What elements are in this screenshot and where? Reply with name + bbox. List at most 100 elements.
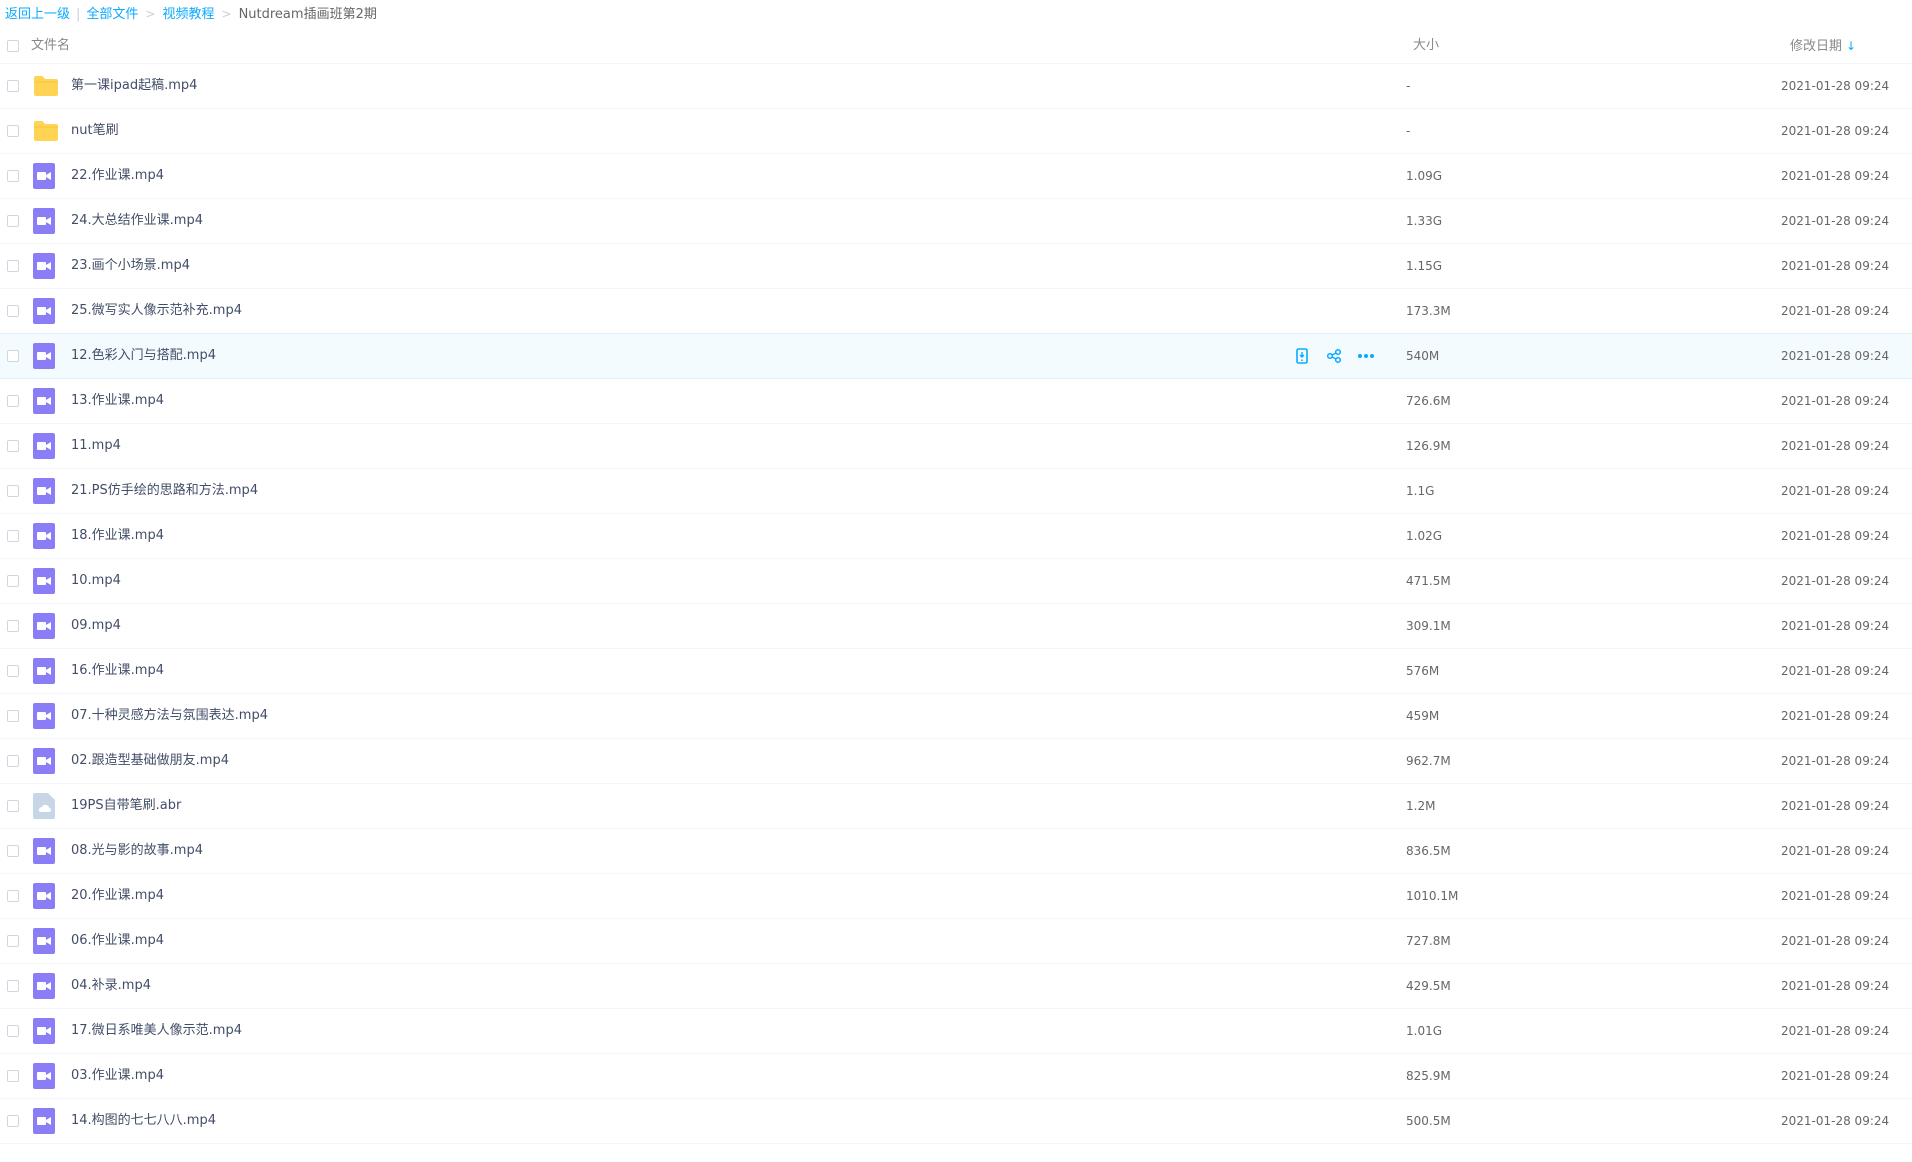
back-link[interactable]: 返回上一级 xyxy=(5,7,70,22)
file-name[interactable]: 23.画个小场景.mp4 xyxy=(71,244,190,288)
file-name[interactable]: 25.微写实人像示范补充.mp4 xyxy=(71,289,242,333)
download-to-phone-button[interactable] xyxy=(1292,347,1312,365)
row-checkbox[interactable] xyxy=(7,395,19,407)
file-row[interactable]: 10.mp4 471.5M 2021-01-28 09:24 xyxy=(0,559,1912,604)
row-checkbox[interactable] xyxy=(7,980,19,992)
row-checkbox[interactable] xyxy=(7,620,19,632)
file-row[interactable]: 03.作业课.mp4 825.9M 2021-01-28 09:24 xyxy=(0,1054,1912,1099)
row-checkbox[interactable] xyxy=(7,1070,19,1082)
file-row[interactable]: 07.十种灵感方法与氛围表达.mp4 459M 2021-01-28 09:24 xyxy=(0,694,1912,739)
file-row[interactable]: 24.大总结作业课.mp4 1.33G 2021-01-28 09:24 xyxy=(0,199,1912,244)
file-name[interactable]: 06.作业课.mp4 xyxy=(71,919,164,963)
row-checkbox[interactable] xyxy=(7,845,19,857)
file-row[interactable]: 21.PS仿手绘的思路和方法.mp4 1.1G 2021-01-28 09:24 xyxy=(0,469,1912,514)
breadcrumb-all-files[interactable]: 全部文件 xyxy=(86,7,138,22)
column-header-name[interactable]: 文件名 xyxy=(31,29,70,63)
file-size: 1.2M xyxy=(1406,799,1436,813)
file-name[interactable]: 07.十种灵感方法与氛围表达.mp4 xyxy=(71,694,268,738)
file-name[interactable]: 13.作业课.mp4 xyxy=(71,379,164,423)
file-row[interactable]: 06.作业课.mp4 727.8M 2021-01-28 09:24 xyxy=(0,919,1912,964)
row-checkbox[interactable] xyxy=(7,800,19,812)
file-name[interactable]: 17.微日系唯美人像示范.mp4 xyxy=(71,1009,242,1053)
row-checkbox[interactable] xyxy=(7,755,19,767)
row-checkbox[interactable] xyxy=(7,80,19,92)
file-row[interactable]: 19PS自带笔刷.abr 1.2M 2021-01-28 09:24 xyxy=(0,784,1912,829)
file-size: 825.9M xyxy=(1406,1069,1451,1083)
video-file-icon xyxy=(33,883,57,909)
file-name[interactable]: 21.PS仿手绘的思路和方法.mp4 xyxy=(71,469,258,513)
row-checkbox[interactable] xyxy=(7,575,19,587)
row-checkbox[interactable] xyxy=(7,665,19,677)
file-modified-date: 2021-01-28 09:24 xyxy=(1781,394,1890,408)
row-checkbox[interactable] xyxy=(7,890,19,902)
video-file-icon xyxy=(33,388,57,414)
file-name[interactable]: 16.作业课.mp4 xyxy=(71,649,164,693)
file-size: 1.33G xyxy=(1406,214,1443,228)
file-name[interactable]: 08.光与影的故事.mp4 xyxy=(71,829,203,873)
row-checkbox[interactable] xyxy=(7,710,19,722)
file-row[interactable]: 02.跟造型基础做朋友.mp4 962.7M 2021-01-28 09:24 xyxy=(0,739,1912,784)
file-row[interactable]: 04.补录.mp4 429.5M 2021-01-28 09:24 xyxy=(0,964,1912,1009)
row-checkbox[interactable] xyxy=(7,485,19,497)
file-row[interactable]: 16.作业课.mp4 576M 2021-01-28 09:24 xyxy=(0,649,1912,694)
file-name[interactable]: 12.色彩入门与搭配.mp4 xyxy=(71,334,216,378)
row-checkbox[interactable] xyxy=(7,440,19,452)
file-row[interactable]: 12.色彩入门与搭配.mp4 540M 2021-01-28 09:24 xyxy=(0,333,1912,379)
file-size: 1.15G xyxy=(1406,259,1443,273)
file-name[interactable]: 10.mp4 xyxy=(71,559,121,603)
file-row[interactable]: 14.构图的七七八八.mp4 500.5M 2021-01-28 09:24 xyxy=(0,1099,1912,1144)
row-checkbox[interactable] xyxy=(7,350,19,362)
file-list-header: 文件名 大小 修改日期 ↓ xyxy=(0,29,1912,64)
column-header-date[interactable]: 修改日期 ↓ xyxy=(1790,29,1856,64)
file-modified-date: 2021-01-28 09:24 xyxy=(1781,619,1890,633)
file-row[interactable]: 08.光与影的故事.mp4 836.5M 2021-01-28 09:24 xyxy=(0,829,1912,874)
column-header-size[interactable]: 大小 xyxy=(1413,29,1439,63)
breadcrumb: 返回上一级 | 全部文件 > 视频教程 > Nutdream插画班第2期 xyxy=(5,0,377,28)
file-name[interactable]: 11.mp4 xyxy=(71,424,121,468)
file-name[interactable]: 19PS自带笔刷.abr xyxy=(71,784,181,828)
row-checkbox[interactable] xyxy=(7,1115,19,1127)
row-checkbox[interactable] xyxy=(7,125,19,137)
file-row[interactable]: 09.mp4 309.1M 2021-01-28 09:24 xyxy=(0,604,1912,649)
file-row[interactable]: 18.作业课.mp4 1.02G 2021-01-28 09:24 xyxy=(0,514,1912,559)
file-name[interactable]: 20.作业课.mp4 xyxy=(71,874,164,918)
video-file-icon xyxy=(33,658,57,684)
file-name[interactable]: nut笔刷 xyxy=(71,109,119,153)
share-button[interactable] xyxy=(1324,347,1344,365)
file-name[interactable]: 24.大总结作业课.mp4 xyxy=(71,199,203,243)
file-size: 1.02G xyxy=(1406,529,1443,543)
file-name[interactable]: 14.构图的七七八八.mp4 xyxy=(71,1099,216,1143)
file-modified-date: 2021-01-28 09:24 xyxy=(1781,754,1890,768)
more-button[interactable] xyxy=(1356,347,1376,365)
row-checkbox[interactable] xyxy=(7,1025,19,1037)
file-row[interactable]: 23.画个小场景.mp4 1.15G 2021-01-28 09:24 xyxy=(0,244,1912,289)
file-name[interactable]: 第一课ipad起稿.mp4 xyxy=(71,64,197,108)
file-row[interactable]: nut笔刷 - 2021-01-28 09:24 xyxy=(0,109,1912,154)
video-file-icon xyxy=(33,208,57,234)
row-checkbox[interactable] xyxy=(7,260,19,272)
file-name[interactable]: 04.补录.mp4 xyxy=(71,964,151,1008)
row-checkbox[interactable] xyxy=(7,530,19,542)
file-row[interactable]: 25.微写实人像示范补充.mp4 173.3M 2021-01-28 09:24 xyxy=(0,289,1912,334)
file-row[interactable]: 17.微日系唯美人像示范.mp4 1.01G 2021-01-28 09:24 xyxy=(0,1009,1912,1054)
select-all-checkbox[interactable] xyxy=(7,40,19,52)
row-checkbox[interactable] xyxy=(7,305,19,317)
file-name[interactable]: 09.mp4 xyxy=(71,604,121,648)
file-name[interactable]: 18.作业课.mp4 xyxy=(71,514,164,558)
file-row[interactable]: 22.作业课.mp4 1.09G 2021-01-28 09:24 xyxy=(0,154,1912,199)
row-checkbox[interactable] xyxy=(7,215,19,227)
file-row[interactable]: 11.mp4 126.9M 2021-01-28 09:24 xyxy=(0,424,1912,469)
file-row[interactable]: 13.作业课.mp4 726.6M 2021-01-28 09:24 xyxy=(0,379,1912,424)
breadcrumb-video-folder[interactable]: 视频教程 xyxy=(162,7,214,22)
file-name[interactable]: 02.跟造型基础做朋友.mp4 xyxy=(71,739,229,783)
row-checkbox[interactable] xyxy=(7,935,19,947)
file-modified-date: 2021-01-28 09:24 xyxy=(1781,1114,1890,1128)
file-size: 726.6M xyxy=(1406,394,1451,408)
row-checkbox[interactable] xyxy=(7,170,19,182)
generic-file-icon xyxy=(33,793,57,819)
file-name[interactable]: 03.作业课.mp4 xyxy=(71,1054,164,1098)
file-row[interactable]: 20.作业课.mp4 1010.1M 2021-01-28 09:24 xyxy=(0,874,1912,919)
file-name[interactable]: 22.作业课.mp4 xyxy=(71,154,164,198)
file-modified-date: 2021-01-28 09:24 xyxy=(1781,124,1890,138)
file-row[interactable]: 第一课ipad起稿.mp4 - 2021-01-28 09:24 xyxy=(0,64,1912,109)
